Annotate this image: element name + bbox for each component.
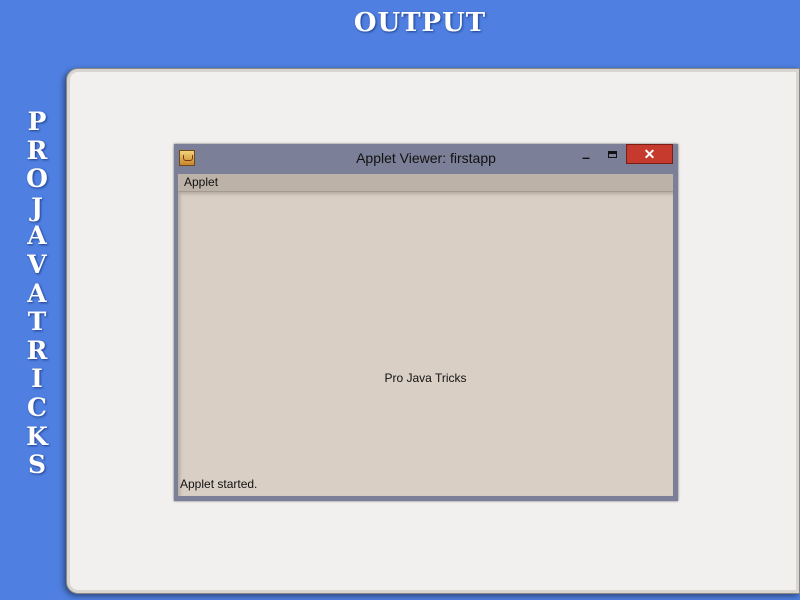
side-letter: T xyxy=(27,307,47,337)
minimize-button[interactable]: – xyxy=(574,148,598,166)
side-letter: P xyxy=(27,107,47,136)
applet-viewer-window: Applet Viewer: firstapp – ✕ Applet Pro J… xyxy=(174,144,678,501)
side-letter: R xyxy=(26,135,48,165)
close-button[interactable]: ✕ xyxy=(626,144,673,164)
side-letter: C xyxy=(27,392,47,422)
side-letter: J xyxy=(31,192,43,222)
slide-title: OUTPUT xyxy=(353,8,487,38)
side-letter: S xyxy=(27,450,47,480)
side-letter: V xyxy=(27,249,47,279)
side-letter: I xyxy=(31,364,43,394)
menu-applet[interactable]: Applet xyxy=(184,175,218,189)
maximize-icon xyxy=(608,151,617,158)
applet-canvas[interactable]: Pro Java Tricks Applet started. xyxy=(178,192,673,496)
side-letter: A xyxy=(27,278,47,308)
side-letter: R xyxy=(26,335,48,365)
side-letter: K xyxy=(26,421,48,451)
menu-bar: Applet xyxy=(178,174,673,192)
maximize-button[interactable] xyxy=(602,148,624,166)
side-letter: O xyxy=(26,164,48,194)
window-titlebar[interactable]: Applet Viewer: firstapp – ✕ xyxy=(174,144,678,174)
vertical-side-title: PROJAVATRICKS xyxy=(22,107,52,480)
status-bar-text: Applet started. xyxy=(180,477,258,491)
applet-text: Pro Java Tricks xyxy=(384,371,467,385)
side-letter: A xyxy=(27,221,47,251)
